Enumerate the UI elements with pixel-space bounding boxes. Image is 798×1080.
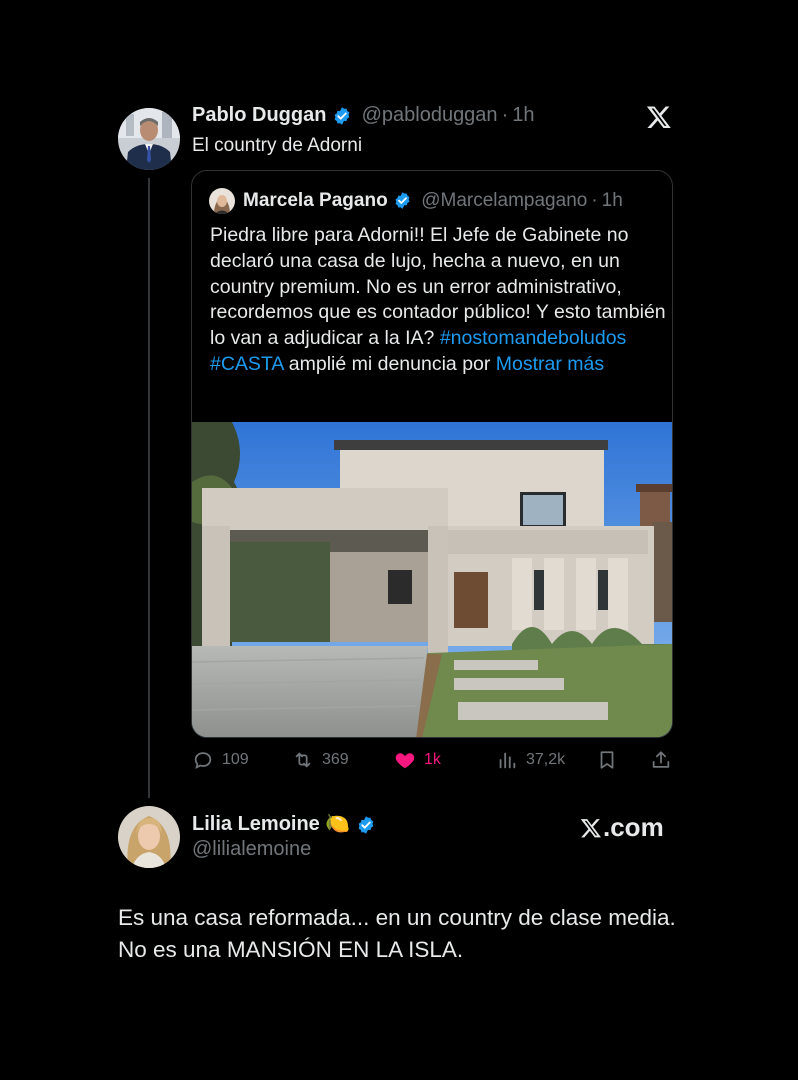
- tweet2-header: Lilia Lemoine 🍋: [192, 811, 376, 836]
- views-button[interactable]: 37,2k: [496, 747, 565, 773]
- share-icon: [652, 751, 670, 768]
- tweet1-handle[interactable]: @pabloduggan: [362, 104, 498, 126]
- tweet1-header: Pablo Duggan @pabloduggan · 1h: [192, 104, 534, 127]
- reply-count: 109: [222, 751, 249, 768]
- bookmark-icon: [600, 751, 614, 769]
- quote-author-name[interactable]: Marcela Pagano: [243, 190, 388, 211]
- like-button[interactable]: 1k: [394, 747, 441, 773]
- views-count: 37,2k: [526, 751, 566, 768]
- tweet1-time[interactable]: 1h: [512, 104, 534, 126]
- tweet1-separator: ·: [501, 104, 509, 126]
- quote-text: Piedra libre para Adorni!! El Jefe de Ga…: [210, 223, 666, 378]
- tweet1-author-name[interactable]: Pablo Duggan: [192, 104, 326, 126]
- x-logo-icon: [646, 104, 672, 130]
- quoted-tweet-card[interactable]: Marcela Pagano @Marcelampagano · 1h Piedra…: [191, 170, 673, 738]
- thread-connector-line: [148, 178, 150, 798]
- heart-icon: [395, 753, 415, 769]
- verified-badge-icon: [395, 192, 410, 210]
- house-photo[interactable]: [192, 422, 672, 737]
- avatar-pablo-duggan[interactable]: [118, 108, 180, 170]
- x-logo-icon: [580, 818, 601, 837]
- x-com-suffix: .com: [603, 812, 664, 842]
- quote-separator: ·: [591, 190, 598, 211]
- show-more-link[interactable]: Mostrar más: [496, 353, 604, 375]
- verified-badge-icon: [334, 106, 350, 125]
- tweet2-handle[interactable]: @lilialemoine: [192, 838, 311, 861]
- quote-time[interactable]: 1h: [602, 190, 623, 211]
- reply-icon: [194, 752, 212, 769]
- avatar-lilia-lemoine[interactable]: [118, 806, 180, 868]
- bookmark-button[interactable]: [596, 747, 618, 773]
- quote-handle[interactable]: @Marcelampagano: [421, 190, 587, 211]
- tweet2-author-name[interactable]: Lilia Lemoine: [192, 813, 320, 835]
- reply-button[interactable]: 109: [192, 747, 249, 773]
- tweet2-text: Es una casa reformada... en un country d…: [118, 905, 676, 962]
- tweet1-text: El country de Adorni: [192, 135, 363, 156]
- views-icon: [499, 752, 516, 769]
- x-com-watermark: .com: [580, 812, 664, 843]
- hashtag-link[interactable]: #nostomandeboludos: [440, 327, 626, 349]
- repost-count: 369: [322, 751, 349, 768]
- lemon-emoji: 🍋: [325, 813, 351, 835]
- repost-button[interactable]: 369: [292, 747, 349, 773]
- share-button[interactable]: [650, 747, 672, 773]
- avatar-marcela-pagano[interactable]: [209, 188, 235, 214]
- repost-icon: [295, 752, 311, 768]
- quote-header: Marcela Pagano @Marcelampagano · 1h: [243, 190, 623, 212]
- verified-badge-icon: [358, 815, 374, 834]
- hashtag-link[interactable]: #CASTA: [210, 353, 283, 375]
- like-count: 1k: [424, 751, 441, 768]
- quote-text-tail: amplié mi denuncia por: [288, 352, 491, 375]
